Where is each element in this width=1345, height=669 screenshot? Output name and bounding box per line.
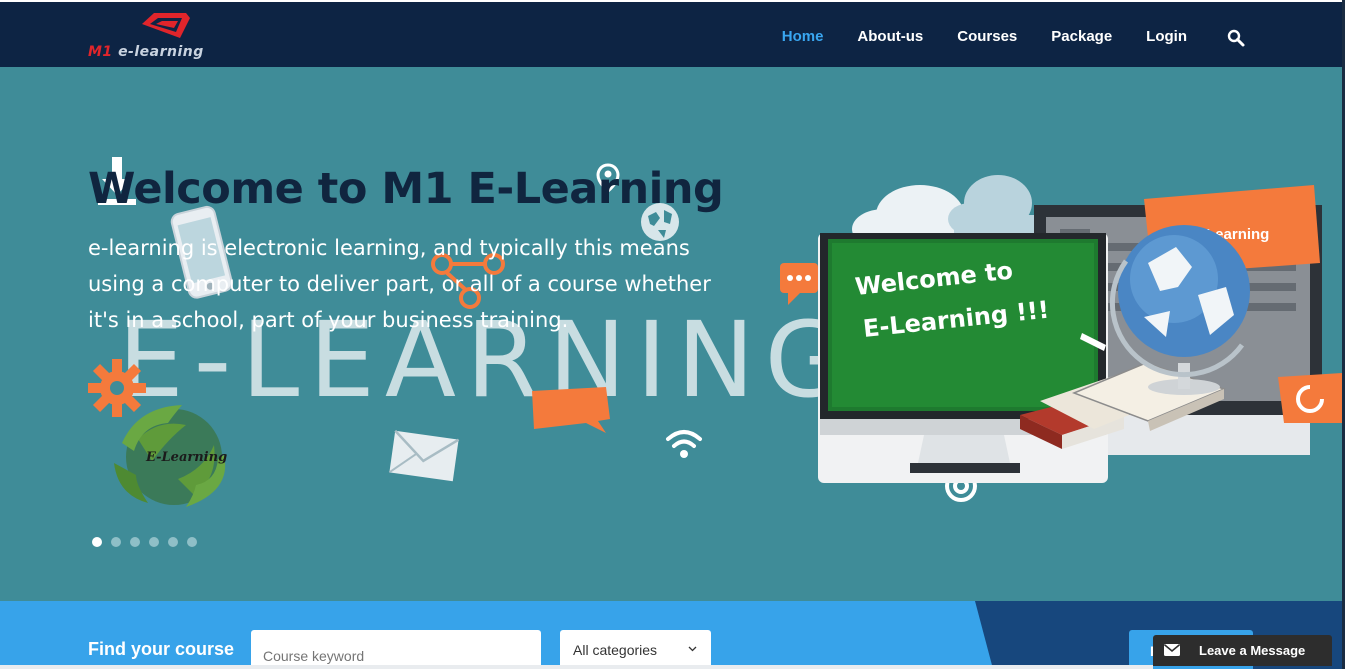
slider-dot-6[interactable]	[187, 537, 197, 547]
wifi-icon	[666, 430, 702, 458]
slider-dot-4[interactable]	[149, 537, 159, 547]
main-nav: Home About-us Courses Package Login	[765, 24, 1204, 49]
slider-pagination	[92, 537, 197, 547]
category-select[interactable]: All categories	[560, 630, 711, 669]
hero-slider: E-LEARNING E-Learning E-Learning Welcome…	[0, 67, 1342, 601]
nav-package[interactable]: Package	[1034, 24, 1129, 49]
nav-login[interactable]: Login	[1129, 24, 1204, 49]
slider-dot-5[interactable]	[168, 537, 178, 547]
mail-icon	[1164, 644, 1180, 656]
search-icon[interactable]	[1226, 28, 1246, 48]
logo-text: M1 e-learning	[88, 44, 204, 60]
nav-home[interactable]: Home	[765, 24, 841, 49]
chevron-down-icon	[688, 646, 697, 652]
globe-label: E-Learning	[145, 450, 227, 465]
slider-dot-3[interactable]	[130, 537, 140, 547]
leave-message-label: Leave a Message	[1199, 643, 1306, 658]
nav-about-us[interactable]: About-us	[840, 24, 940, 49]
hero-description: e-learning is electronic learning, and t…	[88, 236, 711, 332]
leave-message-widget[interactable]: Leave a Message	[1153, 635, 1332, 666]
hero-title: Welcome to M1 E-Learning	[88, 164, 724, 214]
slider-dot-2[interactable]	[111, 537, 121, 547]
logo-emblem-icon	[142, 13, 190, 38]
green-globe-image: E-Learning	[114, 405, 227, 507]
slider-dot-1[interactable]	[92, 537, 102, 547]
logo-m1: M1	[88, 44, 113, 60]
envelope-icon	[388, 429, 460, 482]
course-keyword-input[interactable]	[251, 630, 541, 669]
logo-wordmark: e-learning	[118, 44, 204, 60]
top-navbar: M1 e-learning Home About-us Courses Pack…	[0, 0, 1345, 67]
speech-bubble-icon	[532, 387, 610, 433]
elearning-illustration: M1 E-Learning Welcome to E-Learning !!!	[818, 175, 1342, 483]
bottom-divider	[0, 665, 1153, 669]
nav-courses[interactable]: Courses	[940, 24, 1034, 49]
page: M1 e-learning Home About-us Courses Pack…	[0, 0, 1345, 669]
find-course-label: Find your course	[88, 639, 235, 659]
category-select-value: All categories	[573, 642, 658, 658]
site-logo[interactable]: M1 e-learning	[86, 10, 246, 62]
